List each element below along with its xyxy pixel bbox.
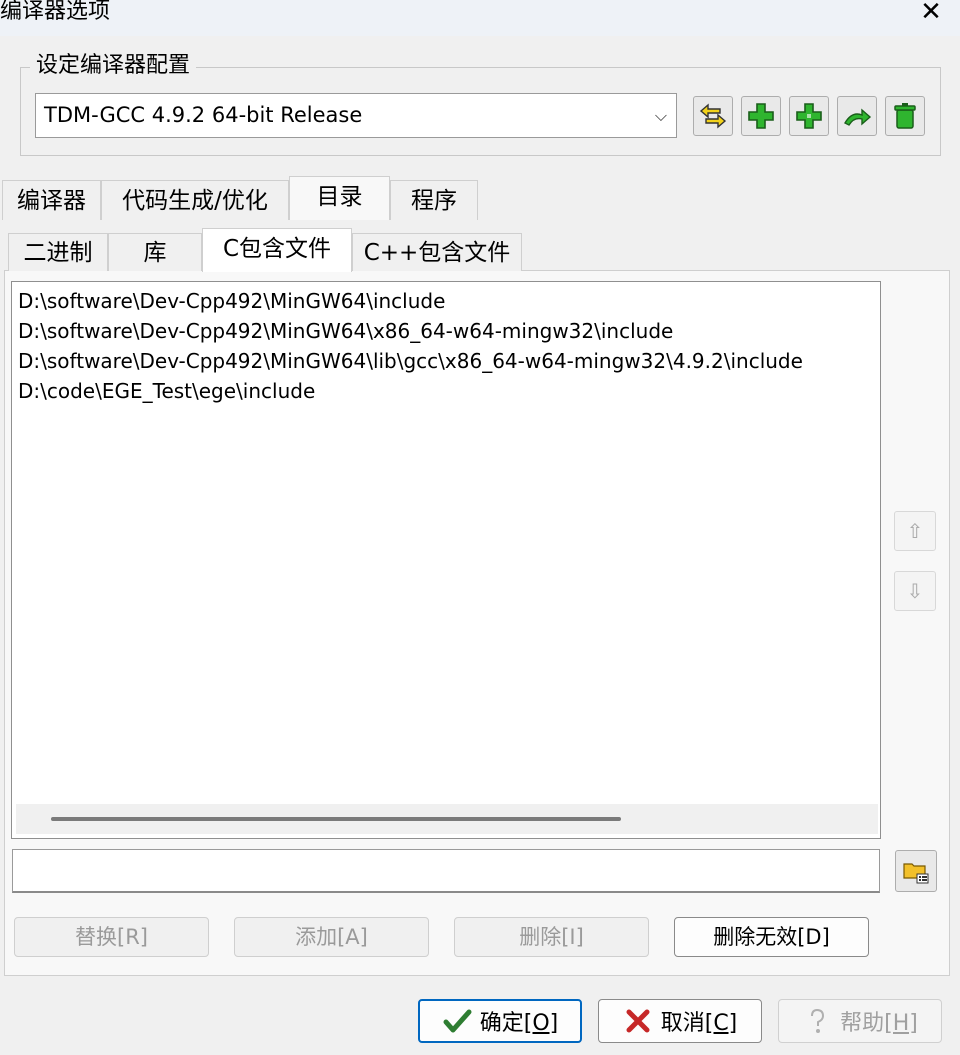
help-button[interactable]: 帮助[H]	[778, 999, 942, 1043]
check-icon	[443, 1009, 472, 1033]
scrollbar-thumb[interactable]	[51, 817, 621, 821]
chevron-down-icon: ⌵	[654, 106, 668, 125]
tab-programs[interactable]: 程序	[390, 180, 478, 220]
list-item[interactable]: D:\software\Dev-Cpp492\MinGW64\x86_64-w6…	[18, 316, 803, 346]
title-bar	[0, 0, 960, 36]
swap-icon	[699, 103, 727, 129]
trash-icon	[894, 103, 916, 129]
list-item[interactable]: D:\software\Dev-Cpp492\MinGW64\lib\gcc\x…	[18, 346, 803, 376]
compiler-config-value: TDM-GCC 4.9.2 64-bit Release	[44, 103, 363, 127]
help-shortcut: [H]	[884, 1011, 918, 1036]
replace-button[interactable]: 替换[R]	[14, 917, 209, 957]
horizontal-scrollbar[interactable]	[16, 804, 878, 834]
add-icon	[748, 103, 774, 129]
tab-codegen[interactable]: 代码生成/优化	[101, 180, 289, 220]
directory-path-input[interactable]	[12, 849, 880, 893]
ok-label: 确定	[479, 1011, 524, 1036]
compiler-config-select[interactable]: TDM-GCC 4.9.2 64-bit Release ⌵	[35, 93, 677, 138]
swap-config-button[interactable]	[693, 96, 733, 136]
help-label: 帮助	[840, 1011, 885, 1036]
help-icon	[811, 1008, 825, 1033]
subtab-libraries[interactable]: 库	[108, 233, 202, 271]
rename-config-button[interactable]	[837, 96, 877, 136]
rename-icon	[844, 108, 872, 126]
arrow-down-icon: ⇩	[906, 579, 924, 603]
cancel-button[interactable]: 取消[C]	[598, 999, 762, 1043]
delete-config-button[interactable]	[885, 96, 925, 136]
folder-icon	[903, 863, 929, 884]
compiler-config-label: 设定编译器配置	[30, 50, 197, 82]
copy-config-button[interactable]	[789, 96, 829, 136]
close-button[interactable]: ✕	[914, 0, 948, 28]
browse-folder-button[interactable]	[895, 850, 937, 892]
delete-button[interactable]: 删除[I]	[454, 917, 649, 957]
cancel-shortcut: [C]	[704, 1011, 738, 1036]
add-copy-icon	[796, 103, 822, 129]
x-icon	[626, 1009, 650, 1033]
ok-button[interactable]: 确定[O]	[418, 999, 582, 1043]
subtab-c-includes[interactable]: C包含文件	[202, 228, 352, 272]
add-button[interactable]: 添加[A]	[234, 917, 429, 957]
list-item[interactable]: D:\code\EGE_Test\ege\include	[18, 376, 803, 406]
cancel-label: 取消	[660, 1011, 705, 1036]
arrow-up-icon: ⇧	[906, 519, 924, 543]
directory-list[interactable]: D:\software\Dev-Cpp492\MinGW64\include D…	[11, 281, 881, 839]
list-item[interactable]: D:\software\Dev-Cpp492\MinGW64\include	[18, 286, 803, 316]
subtab-cpp-includes[interactable]: C++包含文件	[352, 233, 522, 271]
move-up-button[interactable]: ⇧	[894, 511, 936, 551]
tab-compiler[interactable]: 编译器	[2, 180, 101, 220]
subtab-binaries[interactable]: 二进制	[8, 233, 108, 271]
tab-directories[interactable]: 目录	[289, 176, 390, 220]
move-down-button[interactable]: ⇩	[894, 571, 936, 611]
ok-shortcut: [O]	[523, 1011, 559, 1036]
window-title: 编译器选项	[0, 0, 111, 24]
delete-invalid-button[interactable]: 删除无效[D]	[674, 917, 869, 957]
add-config-button[interactable]	[741, 96, 781, 136]
